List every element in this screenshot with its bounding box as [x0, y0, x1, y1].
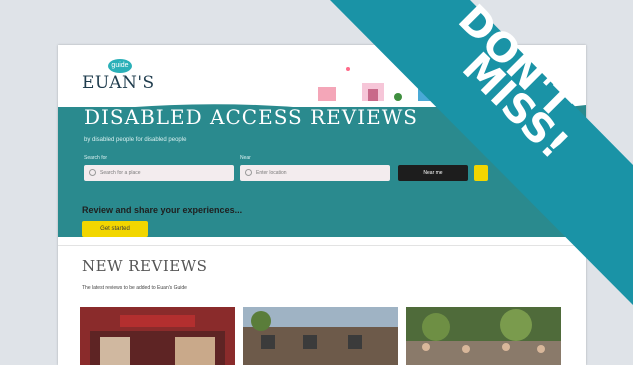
review-photo-building	[243, 307, 398, 365]
near-label: Near	[240, 155, 251, 161]
review-card-2[interactable]	[243, 307, 398, 365]
new-reviews-title: NEW REVIEWS	[82, 257, 208, 275]
location-icon	[245, 169, 252, 176]
section-divider	[58, 245, 586, 246]
near-me-button[interactable]: Near me	[398, 165, 468, 181]
review-photo-crowd	[406, 307, 561, 365]
search-input[interactable]: Search for a place	[84, 165, 234, 181]
cta-heading: Review and share your experiences...	[82, 205, 243, 215]
review-card-3[interactable]	[406, 307, 561, 365]
review-photo-cafe	[80, 307, 235, 365]
search-label: Search for	[84, 155, 108, 161]
search-icon	[89, 169, 96, 176]
search-button[interactable]	[474, 165, 488, 181]
logo-bubble: guide	[108, 59, 132, 73]
hero-subtitle: by disabled people for disabled people	[84, 137, 187, 143]
hero-title: DISABLED ACCESS REVIEWS	[84, 105, 418, 129]
new-reviews-subtitle: The latest reviews to be added to Euan's…	[82, 285, 187, 291]
location-input[interactable]: Enter location	[240, 165, 390, 181]
location-placeholder: Enter location	[256, 170, 287, 176]
get-started-button[interactable]: Get started	[82, 221, 148, 237]
site-logo[interactable]: EUAN'S	[82, 73, 155, 93]
review-card-1[interactable]	[80, 307, 235, 365]
search-placeholder: Search for a place	[100, 170, 141, 176]
